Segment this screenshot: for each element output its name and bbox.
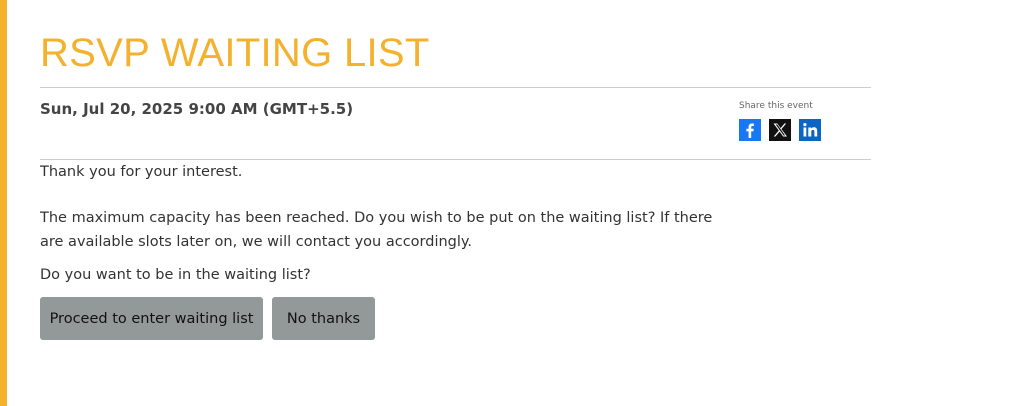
divider-top xyxy=(40,87,871,88)
share-panel: Share this event xyxy=(739,100,821,141)
capacity-message: The maximum capacity has been reached. D… xyxy=(40,210,713,250)
x-twitter-icon xyxy=(773,123,787,137)
facebook-share-button[interactable] xyxy=(739,119,761,141)
accent-bar xyxy=(0,0,7,406)
page-title: RSVP WAITING LIST xyxy=(40,31,430,75)
waiting-list-question: Do you want to be in the waiting list? xyxy=(40,267,311,283)
thanks-text: Thank you for your interest. xyxy=(40,164,243,180)
rsvp-page: RSVP WAITING LIST Sun, Jul 20, 2025 9:00… xyxy=(0,0,1033,406)
linkedin-icon xyxy=(803,123,818,137)
share-label: Share this event xyxy=(739,101,813,111)
facebook-icon xyxy=(746,123,754,138)
x-share-button[interactable] xyxy=(769,119,791,141)
event-datetime: Sun, Jul 20, 2025 9:00 AM (GMT+5.5) xyxy=(40,100,354,118)
share-icons xyxy=(739,119,821,141)
no-thanks-button[interactable]: No thanks xyxy=(272,297,375,340)
proceed-waiting-list-button[interactable]: Proceed to enter waiting list xyxy=(40,297,263,340)
linkedin-share-button[interactable] xyxy=(799,119,821,141)
